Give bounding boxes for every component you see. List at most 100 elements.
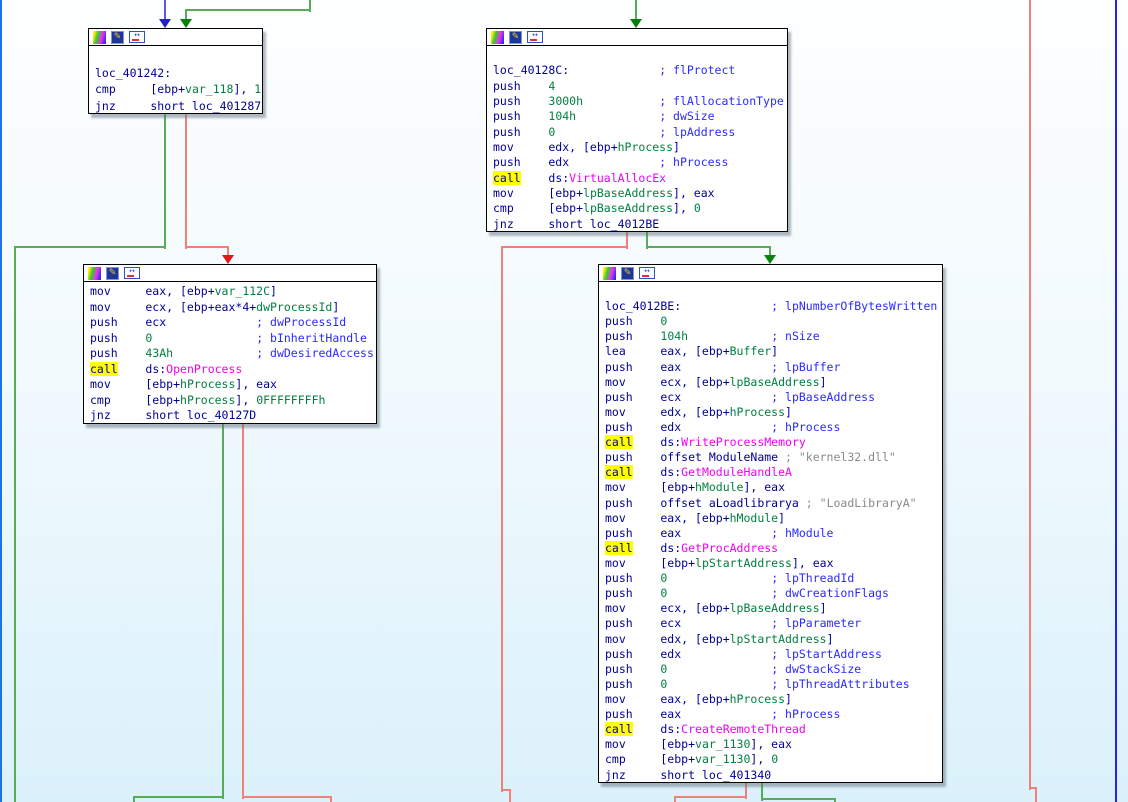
asm-token: var_1130 bbox=[695, 737, 751, 752]
graph-node-loc_4012BE[interactable]: ✎ ↔ loc_4012BE: ; lpNumberOfBytesWritten p… bbox=[598, 264, 943, 783]
asm-line[interactable]: push eax ; hModule bbox=[605, 526, 942, 541]
asm-line[interactable]: mov eax, [ebp+hProcess] bbox=[605, 692, 942, 707]
asm-line[interactable]: mov [ebp+var_1130], eax bbox=[605, 737, 942, 752]
asm-token bbox=[667, 571, 771, 585]
asm-line[interactable]: call ds:OpenProcess bbox=[90, 361, 376, 378]
asm-line[interactable]: jnz short loc_401340 bbox=[605, 768, 942, 783]
asm-line[interactable]: push 0 ; dwStackSize bbox=[605, 662, 942, 677]
asm-line[interactable]: push ecx ; lpBaseAddress bbox=[605, 390, 942, 405]
asm-line[interactable]: push ecx ; lpParameter bbox=[605, 616, 942, 631]
asm-line[interactable]: push 0 bbox=[605, 314, 942, 329]
asm-line[interactable]: push 0 ; lpAddress bbox=[493, 125, 787, 140]
group-node-icon[interactable]: ↔ bbox=[527, 31, 543, 43]
graph-node-loc_40128C[interactable]: ✎ ↔ loc_40128C: ; flProtect push 4 push 300… bbox=[486, 28, 788, 232]
asm-token: ds: bbox=[632, 465, 682, 480]
asm-line[interactable]: jnz short loc_401287 bbox=[95, 98, 262, 115]
asm-token: var_118 bbox=[185, 82, 234, 96]
node-title-bar[interactable]: ✎ ↔ bbox=[89, 29, 262, 46]
asm-line[interactable]: loc_4012BE: ; lpNumberOfBytesWritten bbox=[605, 299, 942, 314]
asm-line[interactable]: push 4 bbox=[493, 79, 787, 94]
node-color-icon[interactable] bbox=[88, 266, 101, 280]
asm-line[interactable]: push 0 ; lpThreadId bbox=[605, 571, 942, 586]
asm-line[interactable]: push 0 ; dwCreationFlags bbox=[605, 586, 942, 601]
asm-token: cmp [ebp+ bbox=[605, 752, 696, 767]
asm-line[interactable]: cmp [ebp+var_118], 1 bbox=[95, 81, 262, 98]
asm-line[interactable]: push ecx ; dwProcessId bbox=[90, 315, 376, 331]
asm-token: ; lpBuffer bbox=[771, 359, 841, 374]
asm-line[interactable]: mov edx, [ebp+hProcess] bbox=[605, 405, 942, 420]
asm-token: ] bbox=[819, 374, 827, 389]
asm-line[interactable]: mov [ebp+hProcess], eax bbox=[90, 377, 376, 393]
asm-line[interactable]: call ds:WriteProcessMemory bbox=[605, 435, 942, 450]
asm-line[interactable]: push 3000h ; flAllocationType bbox=[493, 94, 787, 109]
asm-token: mov eax, [ebp+ bbox=[605, 691, 730, 706]
node-color-icon[interactable] bbox=[491, 30, 504, 44]
asm-line[interactable]: push eax ; lpBuffer bbox=[605, 360, 942, 375]
asm-line[interactable] bbox=[605, 284, 942, 299]
asm-line[interactable]: jnz short loc_40127D bbox=[90, 408, 376, 424]
asm-line[interactable]: call ds:GetModuleHandleA bbox=[605, 465, 942, 480]
asm-line[interactable]: cmp [ebp+hProcess], 0FFFFFFFFh bbox=[90, 393, 376, 409]
asm-line[interactable]: call ds:CreateRemoteThread bbox=[605, 722, 942, 737]
asm-line[interactable]: push 104h ; dwSize bbox=[493, 109, 787, 124]
group-node-icon[interactable]: ↔ bbox=[639, 267, 655, 279]
asm-token: ] bbox=[332, 299, 340, 314]
node-color-icon[interactable] bbox=[93, 30, 106, 44]
asm-line[interactable]: mov eax, [ebp+hModule] bbox=[605, 511, 942, 526]
asm-line[interactable]: loc_401242: bbox=[95, 65, 262, 82]
asm-line[interactable]: cmp [ebp+var_1130], 0 bbox=[605, 752, 942, 767]
asm-line[interactable]: push 104h ; nSize bbox=[605, 329, 942, 344]
edit-node-icon[interactable]: ✎ bbox=[106, 266, 119, 280]
edit-node-icon[interactable]: ✎ bbox=[509, 30, 522, 44]
asm-token: ; lpBaseAddress bbox=[771, 389, 876, 404]
asm-line[interactable]: push offset ModuleName ; "kernel32.dll" bbox=[605, 450, 942, 465]
asm-token: ], eax bbox=[743, 480, 786, 495]
asm-token: mov [ebp+ bbox=[605, 737, 696, 752]
node-title-bar[interactable]: ✎ ↔ bbox=[487, 29, 787, 46]
asm-line[interactable]: mov ecx, [ebp+lpBaseAddress] bbox=[605, 601, 942, 616]
asm-line[interactable]: push eax ; hProcess bbox=[605, 707, 942, 722]
asm-line[interactable]: push 0 ; lpThreadAttributes bbox=[605, 677, 942, 692]
graph-node-openprocess_block[interactable]: ✎ ↔ mov eax, [ebp+var_112C] mov ecx, [ebp+e… bbox=[83, 264, 377, 424]
asm-line[interactable]: lea eax, [ebp+Buffer] bbox=[605, 344, 942, 359]
asm-line[interactable] bbox=[95, 48, 262, 65]
asm-token: ] bbox=[785, 691, 792, 706]
node-title-bar[interactable]: ✎ ↔ bbox=[84, 265, 376, 282]
disassembly-graph-view[interactable]: ✎ ↔ loc_401242: cmp [ebp+var_118], 1 jnz sh… bbox=[0, 0, 1128, 802]
asm-line[interactable]: mov [ebp+lpBaseAddress], eax bbox=[493, 186, 787, 201]
asm-line[interactable]: push edx ; lpStartAddress bbox=[605, 647, 942, 662]
graph-node-loc_401242[interactable]: ✎ ↔ loc_401242: cmp [ebp+var_118], 1 jnz sh… bbox=[88, 28, 263, 114]
asm-token: hProcess bbox=[729, 691, 786, 706]
asm-token: var_112C bbox=[214, 284, 271, 298]
asm-line[interactable]: push 0 ; bInheritHandle bbox=[90, 331, 376, 347]
asm-line[interactable]: push edx ; hProcess bbox=[605, 420, 942, 435]
asm-token: ; lpNumberOfBytesWritten bbox=[771, 299, 938, 314]
node-title-bar[interactable]: ✎ ↔ bbox=[599, 265, 942, 282]
asm-token: push bbox=[605, 571, 661, 586]
asm-token: ; lpParameter bbox=[771, 616, 862, 631]
asm-line[interactable]: mov ecx, [ebp+lpBaseAddress] bbox=[605, 375, 942, 390]
node-color-icon[interactable] bbox=[603, 266, 616, 280]
asm-line[interactable]: call ds:GetProcAddress bbox=[605, 540, 942, 556]
asm-line[interactable]: mov edx, [ebp+hProcess] bbox=[493, 140, 787, 155]
asm-line[interactable]: cmp [ebp+lpBaseAddress], 0 bbox=[493, 201, 787, 216]
asm-line[interactable]: call ds:VirtualAllocEx bbox=[493, 170, 787, 186]
group-node-icon[interactable]: ↔ bbox=[124, 267, 140, 279]
edit-node-icon[interactable]: ✎ bbox=[621, 266, 634, 280]
edit-node-icon[interactable]: ✎ bbox=[111, 30, 124, 44]
asm-line[interactable] bbox=[493, 48, 787, 63]
group-node-icon[interactable]: ↔ bbox=[129, 31, 145, 43]
asm-line[interactable]: mov edx, [ebp+lpStartAddress] bbox=[605, 632, 942, 647]
asm-token: ; hModule bbox=[771, 525, 834, 540]
asm-line[interactable]: mov [ebp+lpStartAddress], eax bbox=[605, 556, 942, 571]
asm-line[interactable]: mov eax, [ebp+var_112C] bbox=[90, 284, 376, 300]
asm-line[interactable]: push edx ; hProcess bbox=[493, 155, 787, 170]
asm-token: hProcess bbox=[180, 392, 236, 407]
asm-line[interactable]: push offset aLoadlibrarya ; "LoadLibrary… bbox=[605, 496, 942, 511]
asm-token: 104h bbox=[548, 109, 577, 124]
asm-line[interactable]: mov ecx, [ebp+eax*4+dwProcessId] bbox=[90, 300, 376, 316]
asm-line[interactable]: mov [ebp+hModule], eax bbox=[605, 480, 942, 495]
asm-line[interactable]: push 43Ah ; dwDesiredAccess bbox=[90, 346, 376, 362]
asm-line[interactable]: jnz short loc_4012BE bbox=[493, 217, 787, 232]
asm-line[interactable]: loc_40128C: ; flProtect bbox=[493, 63, 787, 78]
